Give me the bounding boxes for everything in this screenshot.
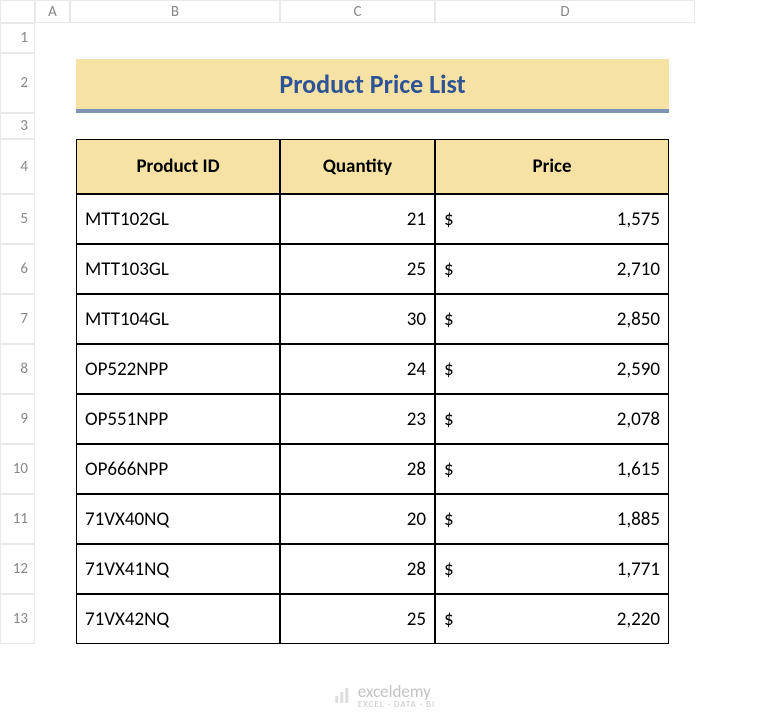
table-cell-price[interactable]: $2,850 [435,294,669,344]
table-cell-pid[interactable]: MTT102GL [76,194,280,244]
cell-a8-blank[interactable] [35,344,70,394]
table-cell-pid[interactable]: MTT103GL [76,244,280,294]
row-header-8[interactable]: 8 [0,344,35,394]
table-cell-price[interactable]: $2,078 [435,394,669,444]
price-value: 1,771 [617,558,660,581]
table-cell-price[interactable]: $1,885 [435,494,669,544]
table-cell-qty[interactable]: 30 [280,294,435,344]
currency-symbol: $ [444,508,454,531]
table-cell-pid[interactable]: 71VX41NQ [76,544,280,594]
price-value: 2,590 [617,358,660,381]
cell-a1-blank[interactable] [35,23,695,53]
table-cell-pid[interactable]: OP551NPP [76,394,280,444]
row-header-4[interactable]: 4 [0,139,35,194]
cell-a3-blank[interactable] [35,113,70,139]
table-cell-qty[interactable]: 25 [280,244,435,294]
cell-a6-blank[interactable] [35,244,70,294]
table-cell-price[interactable]: $1,575 [435,194,669,244]
table-cell-qty[interactable]: 24 [280,344,435,394]
chart-icon [332,686,352,706]
table-cell-pid[interactable]: 71VX40NQ [76,494,280,544]
table-cell-qty[interactable]: 21 [280,194,435,244]
currency-symbol: $ [444,258,454,281]
table-cell-pid[interactable]: OP522NPP [76,344,280,394]
cell-a13-blank[interactable] [35,594,70,644]
price-value: 2,220 [617,608,660,631]
table-cell-price[interactable]: $1,771 [435,544,669,594]
spreadsheet-grid: A B C D 1 2 Product Price List 3 4 Produ… [0,0,767,644]
currency-symbol: $ [444,208,454,231]
row-header-6[interactable]: 6 [0,244,35,294]
page-title: Product Price List [279,68,465,100]
table-cell-qty[interactable]: 20 [280,494,435,544]
table-cell-qty[interactable]: 28 [280,544,435,594]
price-value: 1,615 [617,458,660,481]
col-header-B[interactable]: B [70,0,280,23]
col-header-C[interactable]: C [280,0,435,23]
cell-spacer-row3[interactable] [70,113,695,139]
cell-a10-blank[interactable] [35,444,70,494]
table-cell-price[interactable]: $2,220 [435,594,669,644]
select-all-corner[interactable] [0,0,35,23]
price-value: 2,710 [617,258,660,281]
table-cell-qty[interactable]: 23 [280,394,435,444]
cell-a2-blank[interactable] [35,53,70,113]
row-header-1[interactable]: 1 [0,23,35,53]
watermark: exceldemy EXCEL · DATA · BI [332,681,435,710]
row-header-3[interactable]: 3 [0,113,35,139]
table-header-quantity[interactable]: Quantity [280,139,435,194]
table-cell-pid[interactable]: 71VX42NQ [76,594,280,644]
price-value: 1,885 [617,508,660,531]
table-cell-qty[interactable]: 28 [280,444,435,494]
row-header-13[interactable]: 13 [0,594,35,644]
price-value: 2,078 [617,408,660,431]
row-header-9[interactable]: 9 [0,394,35,444]
currency-symbol: $ [444,358,454,381]
table-header-product-id[interactable]: Product ID [76,139,280,194]
price-value: 2,850 [617,308,660,331]
cell-a12-blank[interactable] [35,544,70,594]
currency-symbol: $ [444,308,454,331]
row-header-7[interactable]: 7 [0,294,35,344]
row-header-12[interactable]: 12 [0,544,35,594]
table-cell-pid[interactable]: OP666NPP [76,444,280,494]
currency-symbol: $ [444,558,454,581]
currency-symbol: $ [444,408,454,431]
cell-a7-blank[interactable] [35,294,70,344]
table-cell-price[interactable]: $2,710 [435,244,669,294]
currency-symbol: $ [444,608,454,631]
row-header-11[interactable]: 11 [0,494,35,544]
watermark-tag: EXCEL · DATA · BI [358,699,435,710]
cell-a4-blank[interactable] [35,139,70,194]
table-cell-pid[interactable]: MTT104GL [76,294,280,344]
title-cell[interactable]: Product Price List [76,59,669,113]
table-cell-price[interactable]: $2,590 [435,344,669,394]
table-header-price[interactable]: Price [435,139,669,194]
row-header-5[interactable]: 5 [0,194,35,244]
currency-symbol: $ [444,458,454,481]
cell-a11-blank[interactable] [35,494,70,544]
cell-a5-blank[interactable] [35,194,70,244]
row-header-10[interactable]: 10 [0,444,35,494]
cell-a9-blank[interactable] [35,394,70,444]
col-header-A[interactable]: A [35,0,70,23]
price-value: 1,575 [617,208,660,231]
table-cell-qty[interactable]: 25 [280,594,435,644]
col-header-D[interactable]: D [435,0,695,23]
row-header-2[interactable]: 2 [0,53,35,113]
table-cell-price[interactable]: $1,615 [435,444,669,494]
